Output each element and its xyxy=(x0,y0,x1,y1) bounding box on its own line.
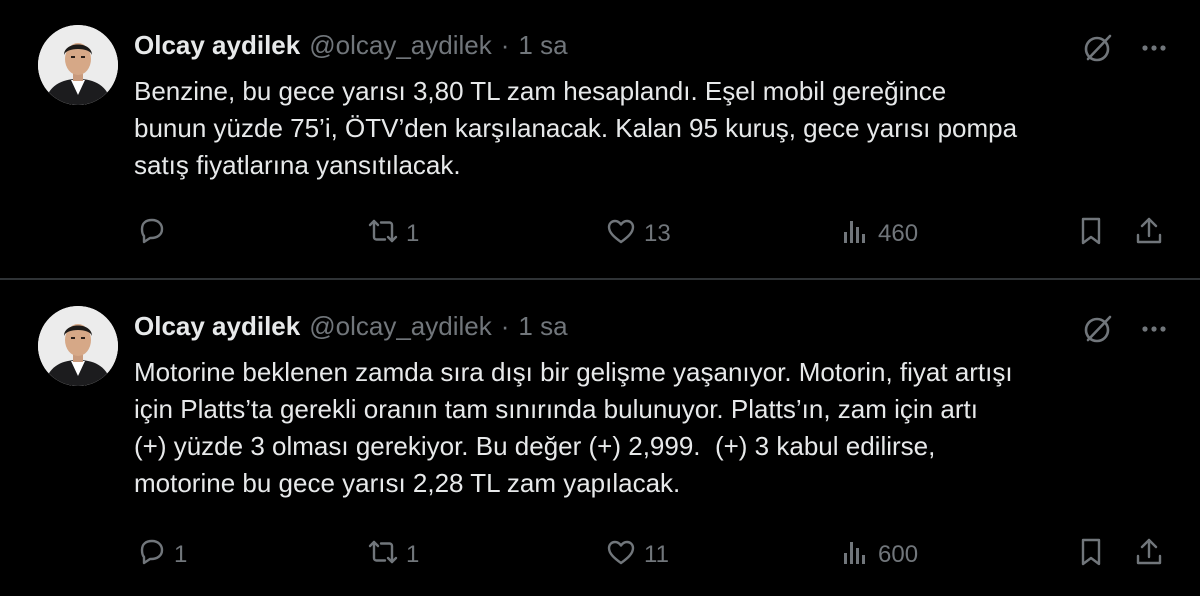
bookmark-icon xyxy=(1074,214,1108,255)
like-count: 11 xyxy=(644,541,669,568)
like-button[interactable]: 11 xyxy=(604,535,669,575)
reply-button[interactable]: 1 xyxy=(134,535,187,575)
tweet-actions: 1 1 11 600 xyxy=(134,535,1180,575)
reply-icon xyxy=(134,535,168,576)
views-icon xyxy=(838,535,872,576)
retweet-icon xyxy=(366,214,400,255)
bookmark-button[interactable] xyxy=(1074,535,1108,575)
author-handle[interactable]: @olcay_aydilek xyxy=(309,311,491,342)
tweet-actions: 1 13 460 xyxy=(134,214,1180,254)
tweet-top-icons xyxy=(1080,311,1170,352)
view-count: 600 xyxy=(878,541,919,568)
tweet-divider xyxy=(0,278,1200,280)
grok-icon[interactable] xyxy=(1080,311,1138,352)
bookmark-button[interactable] xyxy=(1074,214,1108,254)
share-icon xyxy=(1132,535,1166,576)
tweet-header: Olcay aydilek @olcay_aydilek · 1 sa xyxy=(134,30,568,62)
grok-icon[interactable] xyxy=(1080,30,1138,71)
share-button[interactable] xyxy=(1132,535,1166,575)
reply-count: 1 xyxy=(174,541,188,568)
tweet-text: Motorine beklenen zamda sıra dışı bir ge… xyxy=(134,357,1013,498)
heart-icon xyxy=(604,535,638,576)
tweet[interactable]: Olcay aydilek @olcay_aydilek · 1 sa Moto… xyxy=(0,281,1200,596)
retweet-count: 1 xyxy=(406,541,420,568)
author-handle[interactable]: @olcay_aydilek xyxy=(309,30,491,61)
header-separator: · xyxy=(500,30,510,60)
reply-button[interactable] xyxy=(134,214,174,254)
more-icon[interactable] xyxy=(1138,313,1170,350)
retweet-button[interactable]: 1 xyxy=(366,535,419,575)
share-icon xyxy=(1132,214,1166,255)
tweet-time[interactable]: 1 sa xyxy=(518,311,567,342)
reply-icon xyxy=(134,214,168,255)
author-name[interactable]: Olcay aydilek xyxy=(134,30,300,61)
views-icon xyxy=(838,214,872,255)
avatar[interactable] xyxy=(38,25,118,105)
share-button[interactable] xyxy=(1132,214,1166,254)
avatar[interactable] xyxy=(38,306,118,386)
bookmark-icon xyxy=(1074,535,1108,576)
like-count: 13 xyxy=(644,220,671,247)
heart-icon xyxy=(604,214,638,255)
like-button[interactable]: 13 xyxy=(604,214,671,254)
view-count: 460 xyxy=(878,220,919,247)
retweet-button[interactable]: 1 xyxy=(366,214,419,254)
tweet[interactable]: Olcay aydilek @olcay_aydilek · 1 sa Benz… xyxy=(0,0,1200,279)
more-icon[interactable] xyxy=(1138,32,1170,69)
views-button[interactable]: 460 xyxy=(838,214,918,254)
tweet-top-icons xyxy=(1080,30,1170,71)
author-name[interactable]: Olcay aydilek xyxy=(134,311,300,342)
tweet-header: Olcay aydilek @olcay_aydilek · 1 sa xyxy=(134,311,568,343)
views-button[interactable]: 600 xyxy=(838,535,918,575)
header-separator: · xyxy=(500,311,510,341)
tweet-text: Benzine, bu gece yarısı 3,80 TL zam hesa… xyxy=(134,76,1018,180)
tweet-time[interactable]: 1 sa xyxy=(518,30,567,61)
retweet-count: 1 xyxy=(406,220,420,247)
retweet-icon xyxy=(366,535,400,576)
